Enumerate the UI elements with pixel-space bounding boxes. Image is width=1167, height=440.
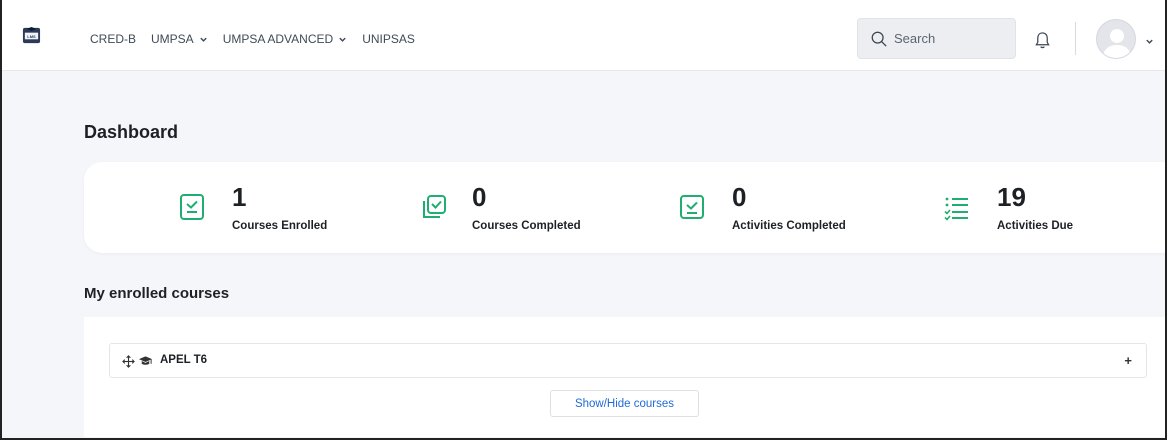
graduation-cap-icon [138,356,153,365]
enrolled-courses-panel: APEL T6 + Show/Hide courses [84,317,1167,437]
primary-navigation: CRED-B UMPSA UMPSA ADVANCED UNIPSAS [90,32,430,46]
nav-link-label: UMPSA ADVANCED [222,32,334,46]
lms-logo-icon[interactable]: LMS [22,26,41,45]
stat-value: 0 [732,182,747,212]
nav-link-unipsas[interactable]: UNIPSAS [362,32,415,46]
stat-value: 1 [232,182,247,212]
nav-link-umpsa-advanced[interactable]: UMPSA ADVANCED [223,32,347,46]
stat-activities-completed: 0 Activities Completed [604,162,864,253]
nav-link-cred-b[interactable]: CRED-B [90,32,136,46]
search-icon [871,31,887,47]
chevron-down-icon[interactable] [1145,37,1154,46]
stats-card: 1 Courses Enrolled 0 Courses Completed 0… [84,162,1167,253]
stat-activities-due: 19 Activities Due [864,162,1164,253]
stat-value: 0 [472,182,487,212]
page-title: Dashboard [84,122,179,142]
bell-icon[interactable] [1034,31,1051,50]
move-icon[interactable] [122,355,135,368]
course-name[interactable]: APEL T6 [160,354,207,366]
chevron-down-icon [199,37,207,42]
clipboard-check-icon [180,194,204,220]
search-box[interactable] [857,18,1016,59]
show-hide-courses-button[interactable]: Show/Hide courses [550,390,699,417]
stat-courses-enrolled: 1 Courses Enrolled [84,162,344,253]
checklist-icon [944,197,968,221]
nav-link-umpsa[interactable]: UMPSA [151,32,208,46]
user-silhouette-icon [1102,29,1132,58]
nav-link-label: UMPSA [151,32,194,46]
stat-courses-completed: 0 Courses Completed [344,162,604,253]
section-title: My enrolled courses [84,285,230,302]
svg-text:LMS: LMS [27,34,36,39]
search-input[interactable] [894,31,1004,46]
stat-label: Courses Completed [472,220,581,232]
stat-label: Activities Due [997,220,1074,232]
chevron-down-icon [339,37,346,42]
course-row[interactable]: APEL T6 + [109,343,1147,378]
nav-link-label: UNIPSAS [362,32,415,46]
stat-value: 19 [997,182,1026,212]
checkbox-icon [680,195,704,219]
stacked-check-icon [423,195,446,218]
top-navbar: LMS CRED-B UMPSA UMPSA ADVANCED UNIPSAS [0,3,1167,71]
navbar-divider [1075,22,1076,55]
nav-link-label: CRED-B [90,32,137,46]
stat-label: Activities Completed [732,220,846,232]
expand-course-button[interactable]: + [1124,353,1132,368]
user-avatar[interactable] [1096,19,1136,59]
stat-label: Courses Enrolled [232,220,328,232]
